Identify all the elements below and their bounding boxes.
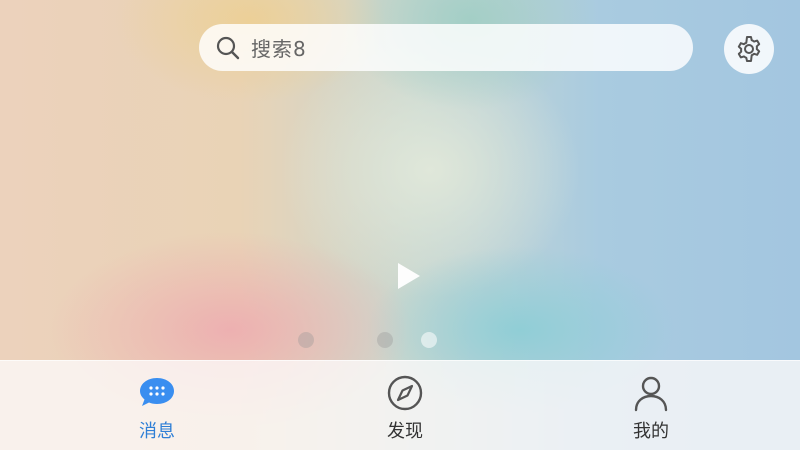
- page-indicator-dot-active[interactable]: [421, 332, 437, 348]
- tab-label: 发现: [387, 421, 423, 442]
- search-icon: [216, 36, 240, 59]
- tab-me[interactable]: 我的: [601, 373, 701, 445]
- person-icon: [631, 373, 671, 413]
- play-button[interactable]: [388, 256, 428, 296]
- compass-icon: [385, 373, 425, 413]
- tab-messages[interactable]: 消息: [107, 373, 207, 445]
- settings-button[interactable]: [724, 24, 774, 74]
- home-screen: 搜索8 消息 发现 我的: [0, 0, 800, 450]
- tab-label: 消息: [139, 421, 175, 442]
- search-bar[interactable]: 搜索8: [199, 24, 693, 71]
- gear-icon: [737, 36, 761, 62]
- tab-label: 我的: [633, 421, 669, 442]
- page-indicator-dot[interactable]: [377, 332, 393, 348]
- chat-bubble-icon: [137, 373, 177, 413]
- play-icon: [398, 263, 420, 289]
- bottom-tab-bar: 消息 发现 我的: [0, 360, 800, 450]
- tab-discover[interactable]: 发现: [355, 373, 455, 445]
- page-indicator-dot[interactable]: [298, 332, 314, 348]
- search-placeholder: 搜索8: [251, 37, 307, 61]
